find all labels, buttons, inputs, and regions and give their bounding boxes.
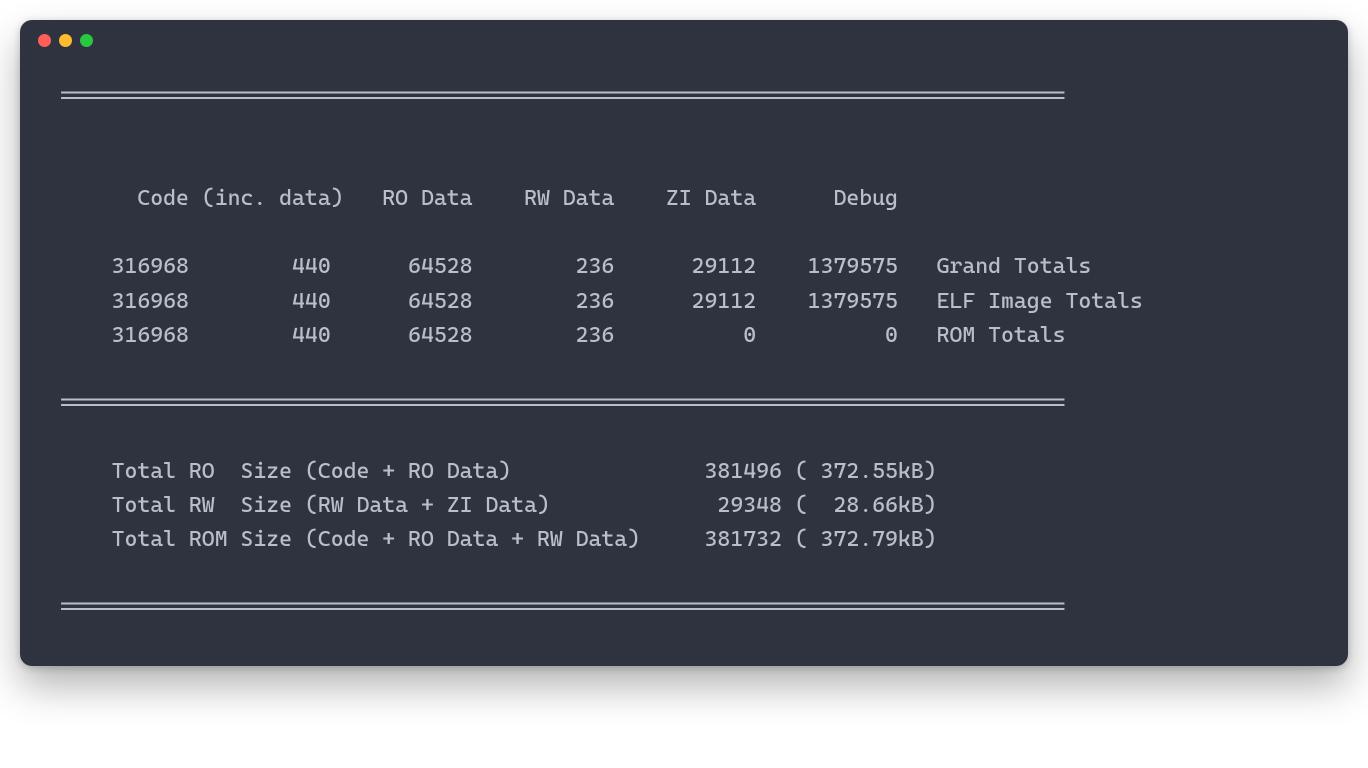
minimize-icon[interactable] bbox=[59, 34, 72, 47]
maximize-icon[interactable] bbox=[80, 34, 93, 47]
separator-line: ========================================… bbox=[60, 84, 1065, 109]
summary-line: Total ROM Size (Code + RO Data + RW Data… bbox=[60, 527, 937, 552]
table-row: 316968 440 64528 236 29112 1379575 Grand… bbox=[60, 254, 1091, 279]
summary-line: Total RO Size (Code + RO Data) 381496 ( … bbox=[60, 459, 937, 484]
summary-line: Total RW Size (RW Data + ZI Data) 29348 … bbox=[60, 493, 937, 518]
close-icon[interactable] bbox=[38, 34, 51, 47]
separator-line: ========================================… bbox=[60, 595, 1065, 620]
separator-line: ========================================… bbox=[60, 391, 1065, 416]
table-row: 316968 440 64528 236 0 0 ROM Totals bbox=[60, 323, 1065, 348]
terminal-window: ========================================… bbox=[20, 20, 1348, 666]
table-header: Code (inc. data) RO Data RW Data ZI Data… bbox=[60, 186, 937, 211]
terminal-output: ========================================… bbox=[20, 60, 1348, 666]
table-row: 316968 440 64528 236 29112 1379575 ELF I… bbox=[60, 289, 1143, 314]
titlebar bbox=[20, 20, 1348, 60]
